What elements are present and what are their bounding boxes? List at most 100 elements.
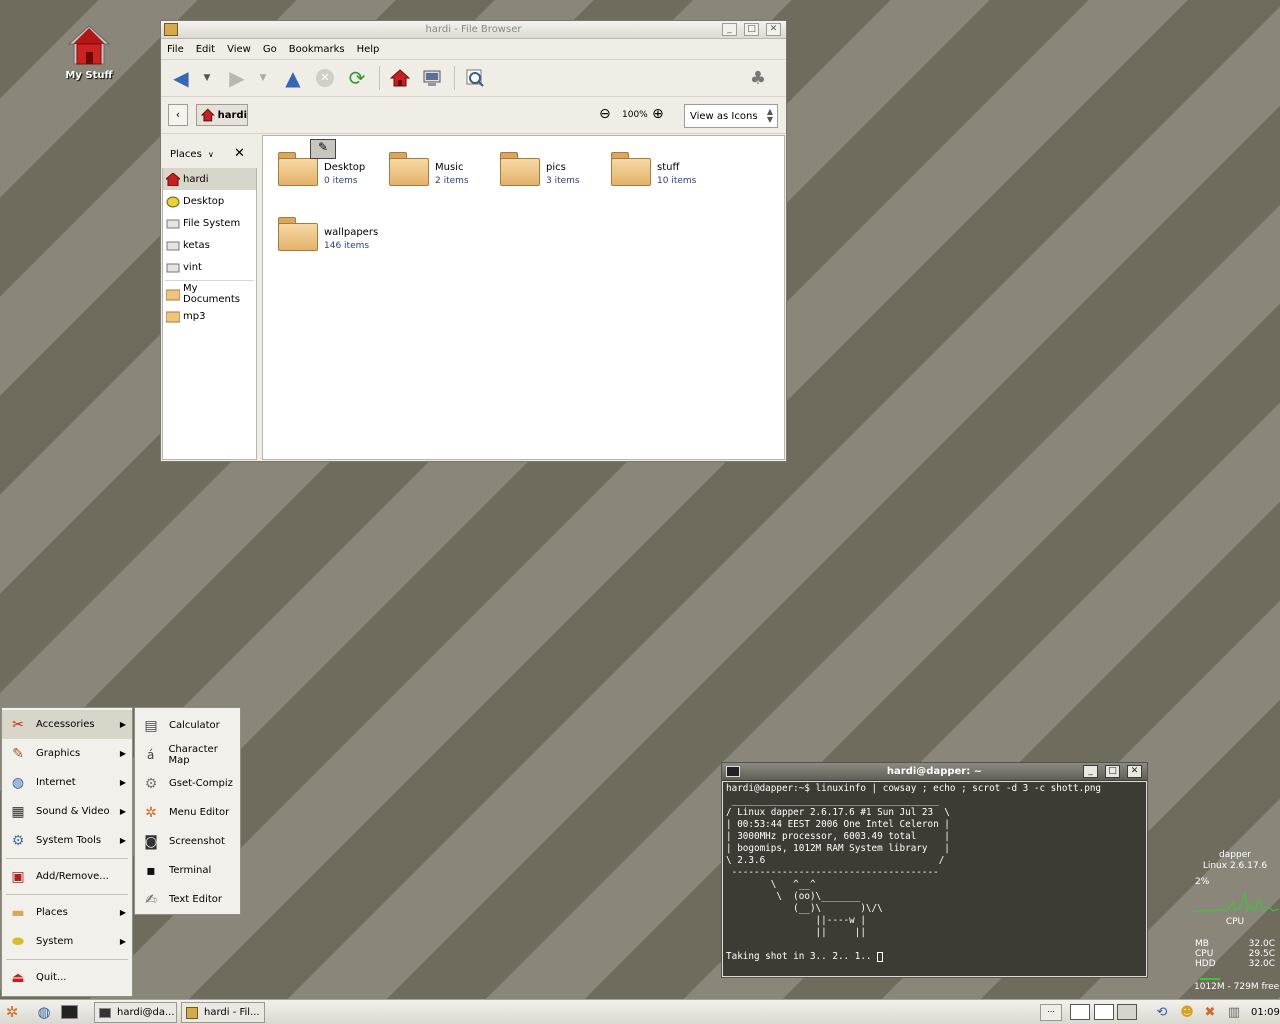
menu-item-gset-compiz[interactable]: ⚙ Gset-Compiz <box>135 769 240 798</box>
menu-item-graphics[interactable]: ✎ Graphics ▶ <box>2 739 132 768</box>
menu-separator <box>6 894 128 895</box>
task-file-browser[interactable]: hardi - Fil... <box>181 1002 265 1023</box>
computer-icon[interactable] <box>420 66 444 90</box>
sidebar-item-ketas[interactable]: ketas <box>163 234 256 256</box>
trash-icon[interactable]: ▥ <box>1225 1003 1243 1021</box>
location-path-button[interactable]: hardi <box>196 104 248 126</box>
monitor-kernel: Linux 2.6.17.6 <box>1202 861 1268 871</box>
workspace-1[interactable] <box>1070 1004 1090 1020</box>
home-icon[interactable] <box>388 66 412 90</box>
submenu-arrow-icon: ▶ <box>119 836 126 845</box>
file-browser-titlebar[interactable]: hardi - File Browser _ □ ✕ <box>161 21 786 39</box>
folder-name: stuff <box>657 162 680 173</box>
maximize-button[interactable]: □ <box>1105 765 1120 778</box>
sidebar-item-my-documents[interactable]: My Documents <box>163 283 256 305</box>
menu-item-label: Text Editor <box>169 894 222 905</box>
search-icon[interactable] <box>463 66 487 90</box>
monitor-host: dapper <box>1219 850 1251 860</box>
clock[interactable]: 01:09 <box>1251 1007 1280 1018</box>
minimize-button[interactable]: _ <box>722 23 737 36</box>
menu-item-quit[interactable]: ⏏ Quit... <box>2 963 132 992</box>
folder-item-wallpapers[interactable]: wallpapers 146 items <box>278 217 378 251</box>
stop-icon[interactable]: ✕ <box>313 66 337 90</box>
forward-history-chevron-icon[interactable]: ▼ <box>257 66 269 90</box>
menu-item-character-map[interactable]: á Character Map <box>135 740 240 769</box>
zoom-in-icon[interactable]: ⊕ <box>652 106 664 122</box>
desktop-icon-my-stuff[interactable]: My Stuff <box>54 24 124 81</box>
terminal-line: | 3000MHz processor, 6003.49 total | <box>726 831 950 842</box>
menu-bookmarks[interactable]: Bookmarks <box>289 44 345 55</box>
menu-item-label: Sound & Video <box>36 806 110 817</box>
main-menu-icon[interactable]: ✲ <box>3 1003 21 1021</box>
maximize-button[interactable]: □ <box>744 23 759 36</box>
notification-area[interactable]: ... <box>1040 1004 1062 1021</box>
menu-item-label: Character Map <box>168 743 218 766</box>
workspace-3[interactable] <box>1117 1004 1137 1020</box>
terminal-titlebar[interactable]: hardi@dapper: ~ _ □ ✕ <box>722 763 1147 781</box>
folder-item-pics[interactable]: pics 3 items <box>500 152 580 186</box>
sidebar-title-select[interactable]: Places ∨ <box>170 149 214 160</box>
menu-item-menu-editor[interactable]: ✲ Menu Editor <box>135 798 240 827</box>
menu-item-screenshot[interactable]: ◙ Screenshot <box>135 827 240 856</box>
menu-view[interactable]: View <box>227 44 251 55</box>
forward-arrow-icon[interactable]: ▶ <box>225 66 249 90</box>
update-icon[interactable]: ⟲ <box>1153 1003 1171 1021</box>
file-view[interactable]: Desktop 0 items ✎ Music 2 items pics 3 item… <box>262 135 785 460</box>
menu-item-terminal[interactable]: ▪ Terminal <box>135 856 240 885</box>
menu-item-system-tools[interactable]: ⚙ System Tools ▶ <box>2 826 132 855</box>
terminal-screen[interactable]: hardi@dapper:~$ linuxinfo | cowsay ; ech… <box>723 782 1146 976</box>
folder-item-stuff[interactable]: stuff 10 items <box>611 152 696 186</box>
menu-item-system[interactable]: ⬬ System ▶ <box>2 927 132 956</box>
sidebar-item-vint[interactable]: vint <box>163 256 256 278</box>
submenu-arrow-icon: ▶ <box>119 778 126 787</box>
monitor-cpu-label: CPU <box>1225 917 1245 927</box>
folder-icon <box>165 310 181 323</box>
menu-item-accessories[interactable]: ✂ Accessories ▶ <box>2 710 132 739</box>
close-button[interactable]: ✕ <box>1127 765 1142 778</box>
location-back-chevron-icon[interactable]: ‹ <box>168 104 188 126</box>
menu-go[interactable]: Go <box>263 44 277 55</box>
gear-icon: ⚙ <box>144 775 158 792</box>
xchat-icon[interactable]: ✖ <box>1201 1003 1219 1021</box>
sidebar-item-mp3[interactable]: mp3 <box>163 305 256 327</box>
menu-item-sound-video[interactable]: ▦ Sound & Video ▶ <box>2 797 132 826</box>
menu-help[interactable]: Help <box>357 44 380 55</box>
bottom-panel: ✲ ◍ hardi@da... hardi - Fil... ... ⟲ ☻ ✖… <box>0 999 1280 1024</box>
task-terminal[interactable]: hardi@da... <box>94 1002 177 1023</box>
menu-item-add-remove[interactable]: ▣ Add/Remove... <box>2 862 132 891</box>
menu-file[interactable]: File <box>167 44 184 55</box>
sidebar-item-hardi[interactable]: hardi <box>163 168 256 190</box>
menu-item-text-editor[interactable]: ✍ Text Editor <box>135 885 240 914</box>
memory-bar <box>1200 978 1220 980</box>
film-icon: ▦ <box>11 803 25 820</box>
folder-count: 146 items <box>324 241 370 251</box>
camera-icon: ◙ <box>144 833 158 850</box>
brush-icon: ✎ <box>12 745 24 762</box>
folder-item-music[interactable]: Music 2 items <box>389 152 469 186</box>
browser-launcher-icon[interactable]: ◍ <box>35 1003 53 1021</box>
menu-item-calculator[interactable]: ▤ Calculator <box>135 711 240 740</box>
zoom-level[interactable]: 100% <box>622 110 648 120</box>
drive-icon <box>166 261 180 274</box>
menu-item-places[interactable]: ▬ Places ▶ <box>2 898 132 927</box>
location-bar: ‹ hardi ⊖ 100% ⊕ View as Icons ▲ ▼ <box>161 97 786 134</box>
sidebar-item-desktop[interactable]: Desktop <box>163 190 256 212</box>
workspace-2[interactable] <box>1094 1004 1114 1020</box>
menu-edit[interactable]: Edit <box>196 44 215 55</box>
sidebar-item-file-system[interactable]: File System <box>163 212 256 234</box>
up-arrow-icon[interactable]: ▲ <box>281 66 305 90</box>
folder-icon <box>389 152 429 186</box>
view-mode-select[interactable]: View as Icons ▲ ▼ <box>684 104 778 128</box>
terminal-launcher-icon[interactable] <box>60 1003 78 1021</box>
terminal-line: hardi@dapper:~$ linuxinfo | cowsay ; ech… <box>726 783 1102 794</box>
reload-icon[interactable]: ⟳ <box>345 66 369 90</box>
minimize-button[interactable]: _ <box>1083 765 1098 778</box>
back-arrow-icon[interactable]: ◀ <box>169 66 193 90</box>
close-button[interactable]: ✕ <box>766 23 781 36</box>
back-history-chevron-icon[interactable]: ▼ <box>201 66 213 90</box>
menu-item-internet[interactable]: ◍ Internet ▶ <box>2 768 132 797</box>
zoom-out-icon[interactable]: ⊖ <box>599 106 611 122</box>
user-icon[interactable]: ☻ <box>1178 1003 1196 1021</box>
terminal-icon <box>99 1007 111 1018</box>
close-sidebar-icon[interactable]: ✕ <box>234 146 245 161</box>
